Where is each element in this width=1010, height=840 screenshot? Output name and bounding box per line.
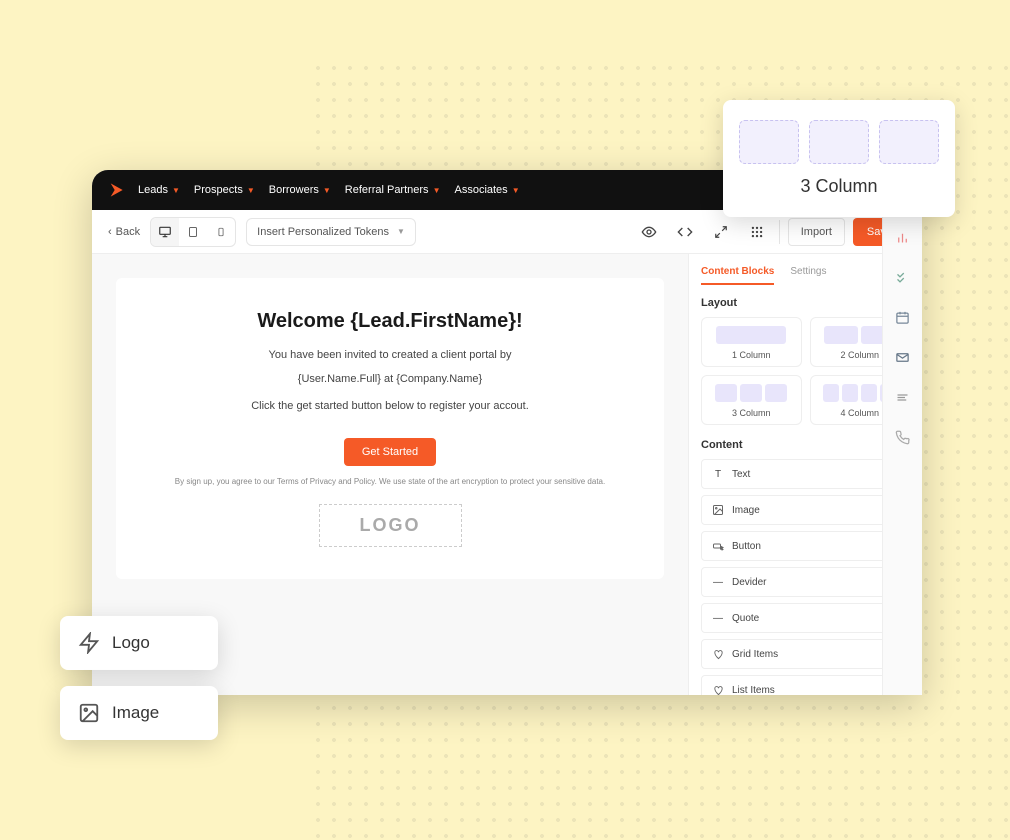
chevron-down-icon: ▼ bbox=[433, 186, 441, 195]
column-block-icon bbox=[809, 120, 869, 164]
desktop-icon bbox=[158, 225, 172, 239]
import-button[interactable]: Import bbox=[788, 218, 845, 246]
back-button[interactable]: ‹ Back bbox=[108, 226, 140, 238]
image-icon bbox=[712, 504, 724, 516]
preview-button[interactable] bbox=[635, 218, 663, 246]
email-line-2: {User.Name.Full} at {Company.Name} bbox=[156, 371, 624, 389]
chevron-down-icon: ▼ bbox=[247, 186, 255, 195]
grid-icon bbox=[750, 225, 764, 239]
device-tablet[interactable] bbox=[179, 218, 207, 246]
content-button[interactable]: Button bbox=[701, 531, 910, 561]
notes-icon bbox=[895, 390, 910, 405]
chart-icon bbox=[895, 230, 910, 245]
logo-placeholder[interactable]: LOGO bbox=[319, 504, 462, 547]
email-fine-print: By sign up, you agree to our Terms of Pr… bbox=[156, 476, 624, 488]
callout-label: Image bbox=[112, 703, 159, 723]
expand-button[interactable] bbox=[707, 218, 735, 246]
section-content-header[interactable]: Content ⌃ bbox=[701, 439, 910, 451]
rail-mail[interactable] bbox=[894, 348, 912, 366]
phone-icon bbox=[895, 430, 910, 445]
email-canvas[interactable]: Welcome {Lead.FirstName}! You have been … bbox=[116, 278, 664, 579]
email-line-3: Click the get started button below to re… bbox=[156, 398, 624, 416]
layout-1-column[interactable]: 1 Column bbox=[701, 317, 802, 367]
get-started-button[interactable]: Get Started bbox=[344, 438, 436, 466]
divider-icon: — bbox=[712, 576, 724, 588]
tab-settings[interactable]: Settings bbox=[790, 266, 826, 285]
column-block-icon bbox=[879, 120, 939, 164]
nav-prospects[interactable]: Prospects▼ bbox=[194, 184, 255, 196]
section-layout-header[interactable]: Layout ⌃ bbox=[701, 297, 910, 309]
nav-borrowers[interactable]: Borrowers▼ bbox=[269, 184, 331, 196]
content-quote[interactable]: —Quote bbox=[701, 603, 910, 633]
eye-icon bbox=[641, 224, 657, 240]
email-line-1: You have been invited to created a clien… bbox=[156, 347, 624, 365]
rail-tasks[interactable] bbox=[894, 268, 912, 286]
chevron-down-icon: ▼ bbox=[323, 186, 331, 195]
callout-label: Logo bbox=[112, 633, 150, 653]
content-grid-items[interactable]: Grid Items bbox=[701, 639, 910, 669]
device-switcher bbox=[150, 217, 236, 247]
content-image[interactable]: Image bbox=[701, 495, 910, 525]
content-text[interactable]: TText bbox=[701, 459, 910, 489]
nav-referral-partners[interactable]: Referral Partners▼ bbox=[345, 184, 441, 196]
device-mobile[interactable] bbox=[207, 218, 235, 246]
list-items-icon bbox=[712, 684, 724, 695]
calendar-icon bbox=[895, 310, 910, 325]
text-icon: T bbox=[712, 468, 724, 480]
expand-icon bbox=[714, 225, 728, 239]
chevron-down-icon: ▼ bbox=[397, 227, 405, 236]
content-list-items[interactable]: List Items bbox=[701, 675, 910, 695]
layout-3-column[interactable]: 3 Column bbox=[701, 375, 802, 425]
callout-label: 3 Column bbox=[800, 176, 877, 197]
tokens-dropdown[interactable]: Insert Personalized Tokens ▼ bbox=[246, 218, 416, 246]
code-button[interactable] bbox=[671, 218, 699, 246]
column-block-icon bbox=[739, 120, 799, 164]
rail-analytics[interactable] bbox=[894, 228, 912, 246]
button-icon bbox=[712, 540, 724, 552]
tab-content-blocks[interactable]: Content Blocks bbox=[701, 266, 774, 285]
grid-items-icon bbox=[712, 648, 724, 660]
email-title: Welcome {Lead.FirstName}! bbox=[156, 310, 624, 333]
device-desktop[interactable] bbox=[151, 218, 179, 246]
callout-logo: Logo bbox=[60, 616, 218, 670]
rail-phone[interactable] bbox=[894, 428, 912, 446]
chevron-left-icon: ‹ bbox=[108, 226, 112, 238]
tablet-icon bbox=[187, 225, 199, 239]
mail-icon bbox=[895, 350, 910, 365]
nav-leads[interactable]: Leads▼ bbox=[138, 184, 180, 196]
chevron-down-icon: ▼ bbox=[512, 186, 520, 195]
mobile-icon bbox=[216, 225, 226, 239]
nav-associates[interactable]: Associates▼ bbox=[454, 184, 519, 196]
quote-icon: — bbox=[712, 612, 724, 624]
rail-calendar[interactable] bbox=[894, 308, 912, 326]
code-icon bbox=[677, 224, 693, 240]
rail-notes[interactable] bbox=[894, 388, 912, 406]
image-icon bbox=[78, 702, 100, 724]
chevron-down-icon: ▼ bbox=[172, 186, 180, 195]
grid-button[interactable] bbox=[743, 218, 771, 246]
brand-logo-icon bbox=[108, 182, 124, 198]
callout-image: Image bbox=[60, 686, 218, 740]
content-divider[interactable]: —Devider bbox=[701, 567, 910, 597]
app-window: Leads▼ Prospects▼ Borrowers▼ Referral Pa… bbox=[92, 170, 922, 695]
right-rail bbox=[882, 214, 922, 695]
check-icon bbox=[895, 270, 910, 285]
callout-3-column: 3 Column bbox=[723, 100, 955, 217]
lightning-icon bbox=[78, 632, 100, 654]
